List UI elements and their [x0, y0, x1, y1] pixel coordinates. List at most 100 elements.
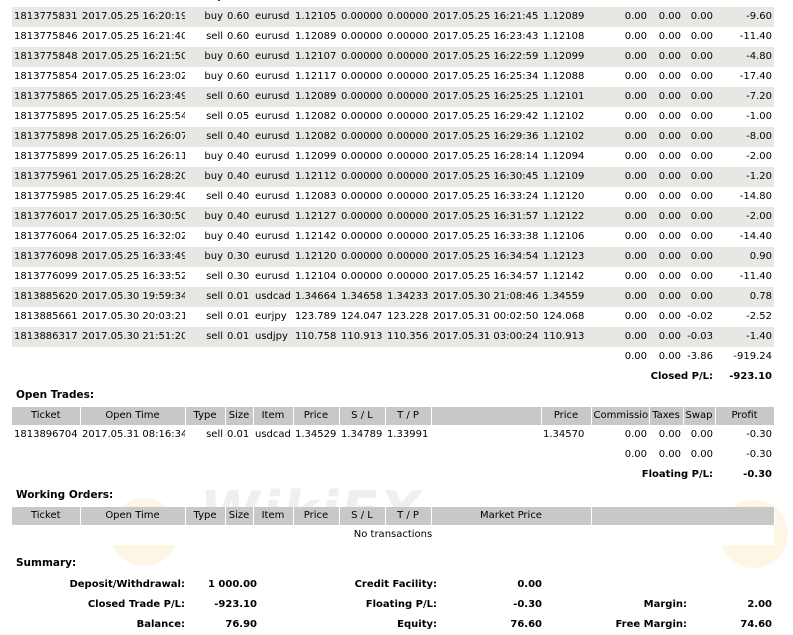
- cell-tp: 0.00000: [385, 187, 431, 207]
- cell-swap: 0.00: [683, 7, 715, 27]
- table-row: 1813775846 2017.05.25 16:21:40 sell 0.60 eur…: [12, 27, 774, 47]
- cell-commission: 0.00: [591, 167, 649, 187]
- cell-swap: 0.00: [683, 287, 715, 307]
- total-commission: 0.00: [591, 347, 649, 367]
- cell-close-time: 2017.05.25 16:25:34: [431, 67, 541, 87]
- cell-open-price: 1.12082: [293, 107, 339, 127]
- cell-profit: -14.80: [715, 187, 774, 207]
- cell-open-time: 2017.05.25 16:21:50: [80, 47, 185, 67]
- table-row: 1813775961 2017.05.25 16:28:20 buy 0.40 euru…: [12, 167, 774, 187]
- cell-taxes: 0.00: [649, 327, 683, 347]
- table-row: 1813776098 2017.05.25 16:33:49 buy 0.30 euru…: [12, 247, 774, 267]
- cell-taxes: 0.00: [649, 47, 683, 67]
- table-row: 1813776064 2017.05.25 16:32:02 buy 0.40 euru…: [12, 227, 774, 247]
- cell-close-time: 2017.05.25 16:31:57: [431, 207, 541, 227]
- cell-size: 0.60: [225, 47, 253, 67]
- cell-open-price: 1.34664: [293, 287, 339, 307]
- cell-taxes: 0.00: [649, 425, 683, 445]
- open-total-swap: 0.00: [683, 445, 715, 465]
- cell-open-price: 1.12107: [293, 47, 339, 67]
- column-header: Ticket: [12, 407, 81, 425]
- cell-open-time: 2017.05.30 19:59:34: [80, 287, 185, 307]
- working-orders-title: Working Orders:: [16, 489, 114, 501]
- cell-close-time: 2017.05.25 16:21:45: [431, 7, 541, 27]
- cell-sl: 0.00000: [339, 7, 385, 27]
- cell-item: eurusd: [253, 127, 293, 147]
- cell-open-price: 1.12117: [293, 67, 339, 87]
- table-row: 1813885661 2017.05.30 20:03:21 sell 0.01 eur…: [12, 307, 774, 327]
- cell-type: sell: [185, 127, 225, 147]
- cell-commission: 0.00: [591, 127, 649, 147]
- cell-profit: -1.20: [715, 167, 774, 187]
- cell-open-price: 1.12089: [293, 27, 339, 47]
- cell-profit: -4.80: [715, 47, 774, 67]
- margin-value: 2.00: [747, 599, 772, 610]
- cell-profit: -8.00: [715, 127, 774, 147]
- cell-swap: -0.02: [683, 307, 715, 327]
- cell-swap: 0.00: [683, 227, 715, 247]
- cell-open-price: 1.12089: [293, 87, 339, 107]
- cell-swap: 0.00: [683, 127, 715, 147]
- cell-size: 0.40: [225, 147, 253, 167]
- cell-swap: 0.00: [683, 87, 715, 107]
- cell-commission: 0.00: [591, 107, 649, 127]
- closed-trades-table: 18137757912017.05.25 16:19:56buy0.60euru…: [12, 0, 774, 387]
- cell-tp: 0.00000: [385, 7, 431, 27]
- cell-type: sell: [185, 307, 225, 327]
- cell-ticket: 1813775961: [12, 167, 80, 187]
- cell-tp: 0.00000: [385, 0, 431, 7]
- cell-close-time: 2017.05.25 16:29:36: [431, 127, 541, 147]
- cell-tp: 0.00000: [385, 27, 431, 47]
- cell-tp: 1.33991: [385, 425, 431, 445]
- cell-ticket: 1813775791: [12, 0, 80, 7]
- cell-item: usdcad: [253, 287, 293, 307]
- summary-floating-pl-value: -0.30: [513, 599, 542, 610]
- cell-profit: -4.80: [715, 0, 774, 7]
- cell-item: eurusd: [253, 247, 293, 267]
- equity-label: Equity:: [397, 619, 437, 630]
- cell-commission: 0.00: [591, 27, 649, 47]
- cell-taxes: 0.00: [649, 7, 683, 27]
- column-header: Swap: [683, 407, 716, 425]
- cell-open-price: 1.12104: [293, 267, 339, 287]
- cell-taxes: 0.00: [649, 87, 683, 107]
- cell-tp: 123.228: [385, 307, 431, 327]
- cell-sl: 1.34658: [339, 287, 385, 307]
- cell-taxes: 0.00: [649, 127, 683, 147]
- cell-sl: 0.00000: [339, 187, 385, 207]
- cell-profit: -1.40: [715, 327, 774, 347]
- cell-sl: 0.00000: [339, 107, 385, 127]
- cell-taxes: 0.00: [649, 207, 683, 227]
- column-header: Size: [225, 507, 254, 525]
- cell-commission: 0.00: [591, 187, 649, 207]
- cell-item: eurusd: [253, 267, 293, 287]
- closed-pl-value: -923.10: [715, 367, 774, 387]
- column-header: Price: [541, 407, 592, 425]
- table-row: 1813886317 2017.05.30 21:51:20 sell 0.01 usd…: [12, 327, 774, 347]
- cell-close-price: 1.12102: [541, 107, 591, 127]
- cell-close-price: 1.12106: [541, 227, 591, 247]
- table-row: 1813885620 2017.05.30 19:59:34 sell 0.01 usd…: [12, 287, 774, 307]
- table-row: 1813775895 2017.05.25 16:25:54 sell 0.05 eur…: [12, 107, 774, 127]
- cell-swap: 0.00: [683, 67, 715, 87]
- cell-type: buy: [185, 167, 225, 187]
- cell-open-time: 2017.05.25 16:26:11: [80, 147, 185, 167]
- cell-open-price: 1.12142: [293, 227, 339, 247]
- cell-commission: 0.00: [591, 425, 649, 445]
- total-profit: -919.24: [715, 347, 774, 367]
- cell-close-price: 1.12102: [541, 127, 591, 147]
- cell-swap: 0.00: [683, 247, 715, 267]
- cell-open-time: 2017.05.25 16:32:02: [80, 227, 185, 247]
- cell-size: 0.01: [225, 307, 253, 327]
- cell-ticket: 1813775865: [12, 87, 80, 107]
- table-row: 1813775848 2017.05.25 16:21:50 buy 0.60 euru…: [12, 47, 774, 67]
- cell-close-price: 1.12094: [541, 147, 591, 167]
- cell-profit: -2.00: [715, 207, 774, 227]
- working-orders-table: Ticket Open Time Type Size Item Price S / LT /…: [12, 507, 775, 545]
- column-header: S / L: [339, 407, 386, 425]
- open-total-commission: 0.00: [591, 445, 649, 465]
- cell-sl: 0.00000: [339, 67, 385, 87]
- cell-size: 0.30: [225, 247, 253, 267]
- column-header: Price: [293, 507, 340, 525]
- cell-tp: 0.00000: [385, 47, 431, 67]
